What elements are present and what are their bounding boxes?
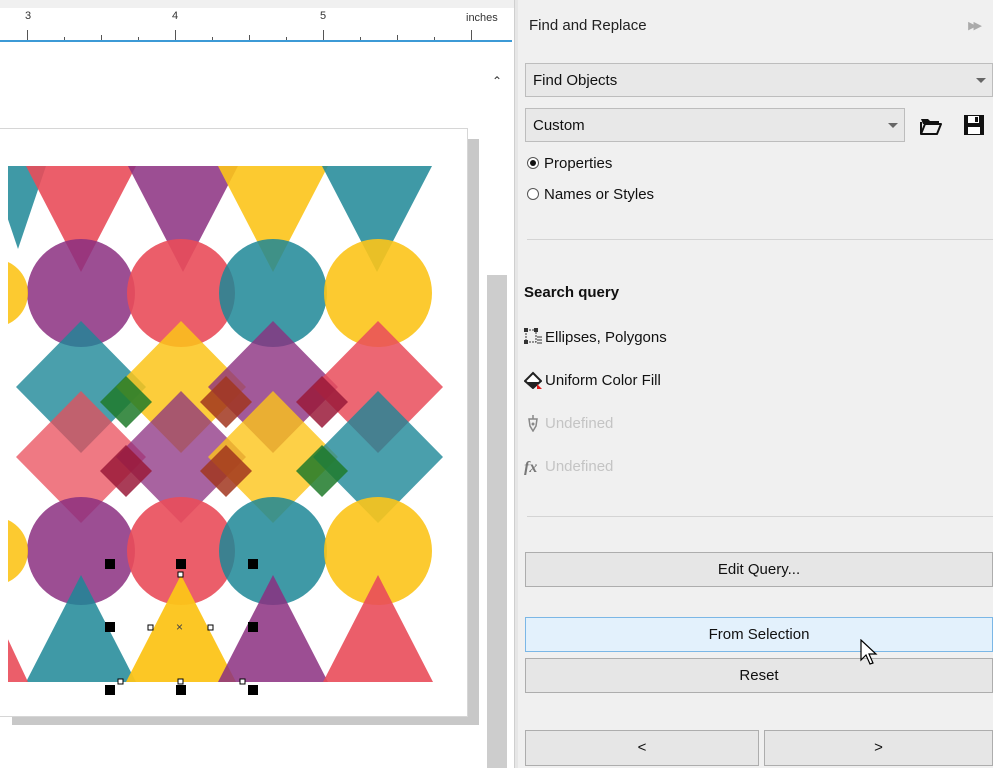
chevron-down-icon bbox=[888, 123, 898, 128]
ruler-tick bbox=[286, 37, 287, 40]
ruler-label-5: 5 bbox=[320, 10, 327, 22]
ruler-tick bbox=[175, 30, 176, 40]
radio-names-label: Names or Styles bbox=[544, 186, 655, 203]
query-row-label: Ellipses, Polygons bbox=[545, 328, 667, 346]
docker-title: Find and Replace bbox=[529, 17, 647, 34]
find-mode-select[interactable]: Find Objects bbox=[525, 63, 993, 97]
radio-names-or-styles[interactable]: Names or Styles bbox=[527, 186, 654, 203]
object-type-icon bbox=[524, 328, 542, 344]
open-query-button[interactable] bbox=[918, 112, 944, 138]
node-handle bbox=[117, 678, 124, 685]
selection-handle bbox=[176, 559, 186, 569]
scroll-up-button[interactable]: ⌃ bbox=[488, 72, 506, 90]
save-icon bbox=[964, 115, 984, 135]
selection-handle bbox=[248, 622, 258, 632]
selection-handle bbox=[105, 559, 115, 569]
query-row-label: Uniform Color Fill bbox=[545, 371, 661, 389]
preset-select[interactable]: Custom bbox=[525, 108, 905, 142]
ruler-tick bbox=[360, 37, 361, 40]
query-row-object-type: Ellipses, Polygons bbox=[524, 328, 667, 346]
ruler-tick bbox=[471, 30, 472, 40]
center-marker: × bbox=[176, 620, 183, 634]
radio-selected-icon bbox=[527, 157, 539, 169]
find-mode-value: Find Objects bbox=[533, 72, 618, 89]
selection-handle bbox=[248, 559, 258, 569]
radio-properties-label: Properties bbox=[544, 155, 613, 172]
ruler-tick bbox=[27, 30, 28, 40]
radio-properties[interactable]: Properties bbox=[527, 155, 612, 172]
previous-button[interactable]: < bbox=[525, 730, 759, 766]
triangle-shape bbox=[8, 639, 28, 682]
circle-shape bbox=[8, 520, 28, 582]
query-row-effects: fx Undefined bbox=[524, 457, 614, 476]
edit-query-button[interactable]: Edit Query... bbox=[525, 552, 993, 587]
selection-handle bbox=[105, 685, 115, 695]
ruler-unit: inches bbox=[466, 12, 498, 24]
ruler-tick bbox=[434, 37, 435, 40]
chevron-down-icon bbox=[976, 78, 986, 83]
ruler-tick bbox=[64, 37, 65, 40]
pen-nib-icon bbox=[528, 415, 538, 432]
query-row-outline: Undefined bbox=[524, 414, 613, 432]
collapse-docker-icon[interactable]: ▶▶ bbox=[968, 19, 982, 32]
document-page[interactable]: × bbox=[0, 128, 468, 717]
search-query-title: Search query bbox=[524, 284, 620, 301]
pattern-artwork[interactable]: × bbox=[0, 129, 468, 718]
from-selection-button[interactable]: From Selection bbox=[525, 617, 993, 652]
reset-button[interactable]: Reset bbox=[525, 658, 993, 693]
ruler-tick bbox=[212, 37, 213, 40]
horizontal-ruler[interactable]: 3 4 5 inches bbox=[0, 8, 512, 42]
selection-handle bbox=[176, 685, 186, 695]
query-row-label: Undefined bbox=[545, 414, 614, 432]
vertical-scrollbar-thumb[interactable] bbox=[487, 275, 507, 768]
query-row-fill: Uniform Color Fill bbox=[524, 371, 661, 389]
next-button[interactable]: > bbox=[764, 730, 993, 766]
ruler-tick bbox=[138, 37, 139, 40]
find-replace-docker: Find and Replace ▶▶ Find Objects Custom … bbox=[518, 0, 993, 768]
mouse-pointer-icon bbox=[860, 639, 878, 665]
triangle-shape bbox=[218, 575, 328, 682]
triangle-shape bbox=[26, 575, 136, 682]
save-query-button[interactable] bbox=[961, 112, 987, 138]
preset-value: Custom bbox=[533, 117, 585, 134]
separator bbox=[527, 516, 993, 517]
fill-bucket-icon bbox=[524, 371, 542, 389]
ruler-tick bbox=[323, 30, 324, 40]
ruler-tick bbox=[249, 35, 250, 40]
ruler-tick bbox=[397, 35, 398, 40]
radio-unselected-icon bbox=[527, 188, 539, 200]
node-handle bbox=[177, 678, 184, 685]
svg-text:fx: fx bbox=[524, 459, 537, 475]
ruler-label-3: 3 bbox=[25, 10, 32, 22]
circle-shape bbox=[8, 262, 28, 324]
shapes-group[interactable] bbox=[0, 166, 443, 682]
drawing-canvas[interactable]: 3 4 5 inches ⌃ × bbox=[0, 0, 514, 768]
separator bbox=[527, 239, 993, 240]
ruler-tick bbox=[101, 35, 102, 40]
docker-header: Find and Replace ▶▶ bbox=[518, 8, 993, 42]
node-handle bbox=[207, 624, 214, 631]
fx-icon: fx bbox=[524, 459, 537, 475]
folder-open-icon bbox=[920, 119, 942, 135]
canvas-top-bar bbox=[0, 0, 514, 8]
triangle-shape bbox=[323, 575, 433, 682]
node-handle bbox=[239, 678, 246, 685]
query-row-label: Undefined bbox=[545, 457, 614, 475]
node-handle bbox=[147, 624, 154, 631]
selection-handle bbox=[105, 622, 115, 632]
ruler-label-4: 4 bbox=[172, 10, 179, 22]
selection-handle bbox=[248, 685, 258, 695]
node-handle bbox=[177, 571, 184, 578]
